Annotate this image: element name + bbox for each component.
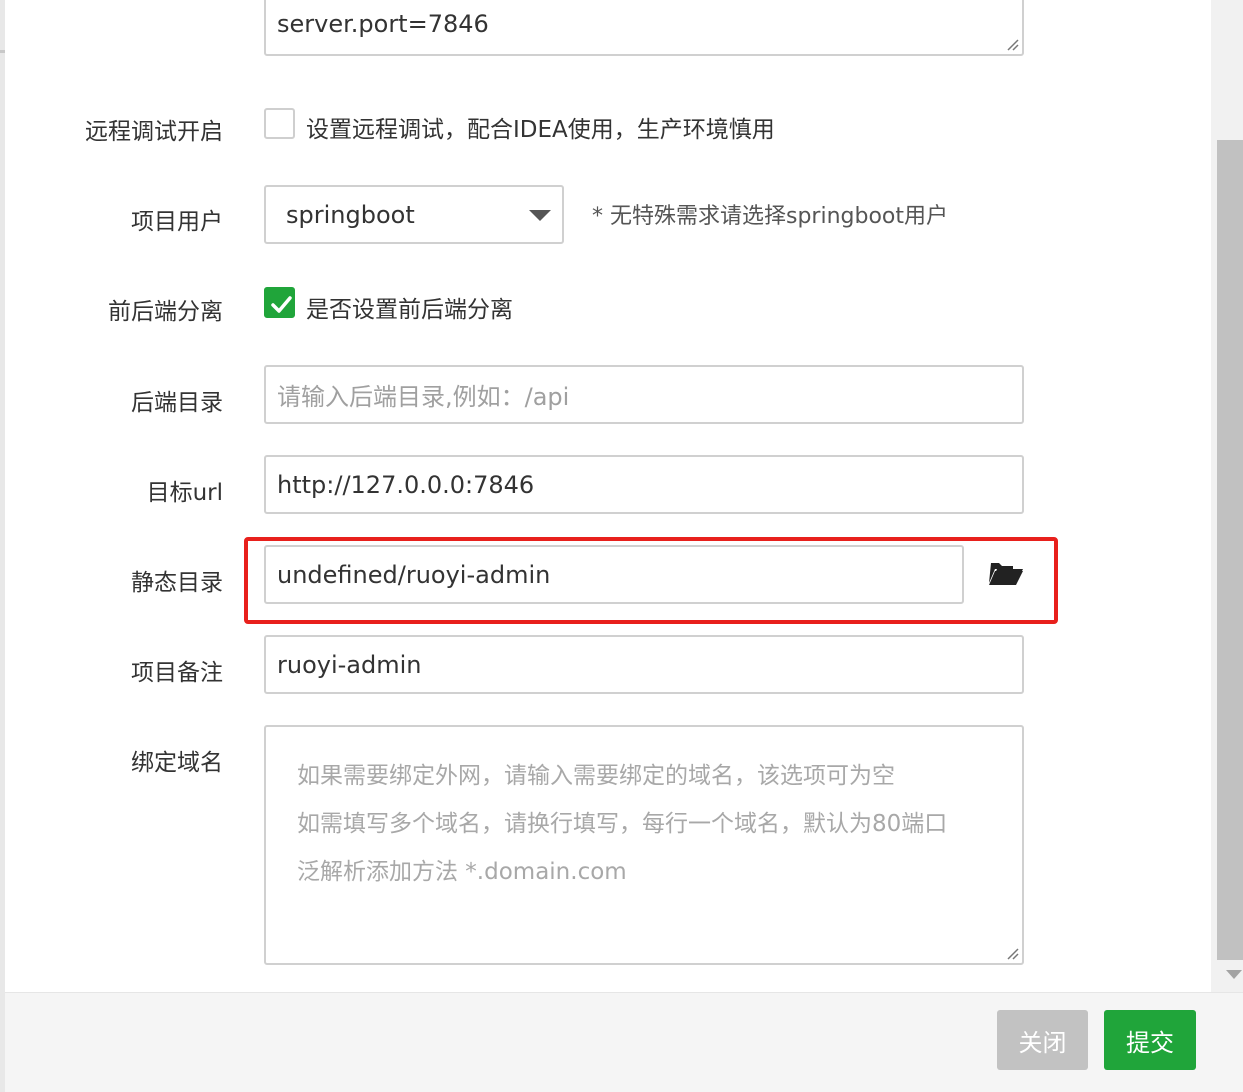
static-dir-value: undefined/ruoyi-admin	[277, 560, 551, 589]
project-note-input[interactable]: ruoyi-admin	[264, 635, 1024, 694]
config-textarea-value: server.port=7846	[277, 10, 489, 38]
bind-domain-label: 绑定域名	[131, 750, 223, 776]
submit-button[interactable]: 提交	[1104, 1010, 1196, 1070]
select-folder-button[interactable]	[975, 555, 1035, 595]
bind-domain-placeholder-line: 如果需要绑定外网，请输入需要绑定的域名，该选项可为空	[297, 763, 895, 789]
dialog-footer: 关闭 提交	[5, 992, 1243, 1092]
project-user-label: 项目用户	[131, 209, 223, 235]
static-dir-input[interactable]: undefined/ruoyi-admin	[264, 545, 964, 604]
project-note-value: ruoyi-admin	[277, 650, 422, 679]
remote-debug-label: 远程调试开启	[85, 119, 223, 145]
resize-handle-icon[interactable]	[1005, 37, 1019, 51]
scroll-down-arrow-icon[interactable]	[1226, 970, 1242, 979]
close-button[interactable]: 关闭	[997, 1010, 1088, 1070]
vertical-scrollbar[interactable]	[1211, 0, 1243, 992]
bind-domain-placeholder-line: 泛解析添加方法 *.domain.com	[297, 859, 627, 885]
target-url-input[interactable]: http://127.0.0.0:7846	[264, 455, 1024, 514]
project-user-value: springboot	[286, 200, 415, 229]
resize-handle-icon[interactable]	[1005, 946, 1019, 960]
remote-debug-checkbox[interactable]	[264, 108, 295, 139]
scrollbar-thumb[interactable]	[1217, 140, 1243, 960]
backend-dir-input[interactable]: 请输入后端目录,例如：/api	[264, 365, 1024, 424]
project-note-label: 项目备注	[131, 660, 223, 686]
folder-open-icon	[989, 563, 1023, 585]
frontend-separation-checkbox[interactable]	[264, 287, 295, 318]
backend-dir-placeholder: 请输入后端目录,例如：/api	[277, 383, 570, 411]
config-textarea[interactable]: server.port=7846	[264, 0, 1024, 56]
remote-debug-text: 设置远程调试，配合IDEA使用，生产环境慎用	[306, 117, 775, 143]
checkmark-icon	[271, 296, 292, 313]
target-url-label: 目标url	[146, 480, 223, 506]
chevron-down-icon	[529, 210, 551, 221]
project-user-select[interactable]: springboot	[264, 185, 564, 244]
frontend-separation-text: 是否设置前后端分离	[306, 297, 513, 323]
target-url-value: http://127.0.0.0:7846	[277, 470, 535, 499]
backend-dir-label: 后端目录	[131, 390, 223, 416]
project-user-hint: * 无特殊需求请选择springboot用户	[592, 204, 948, 229]
frontend-separation-label: 前后端分离	[108, 299, 223, 325]
bind-domain-placeholder-line: 如需填写多个域名，请换行填写，每行一个域名，默认为80端口	[297, 811, 948, 837]
static-dir-label: 静态目录	[131, 570, 223, 596]
project-settings-dialog: server.port=7846 远程调试开启 设置远程调试，配合IDEA使用，…	[5, 0, 1243, 1092]
